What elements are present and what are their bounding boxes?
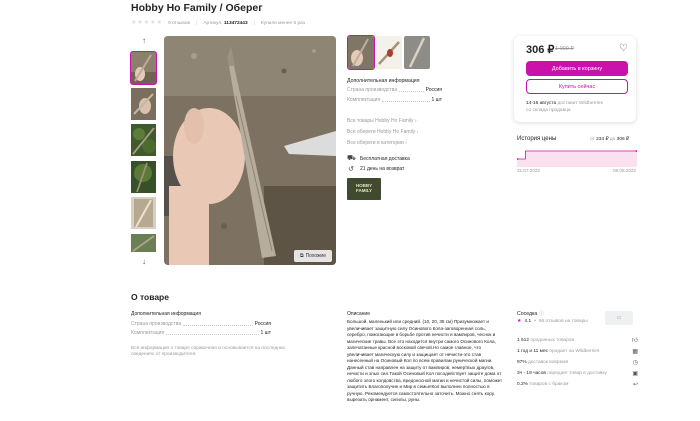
rating-stars[interactable]: ★ ★ ★ ★ ★ [131, 20, 162, 26]
return-icon: ↺ [348, 166, 354, 173]
return-policy: ↺ 21 день на возврат [348, 166, 405, 173]
gallery-thumb[interactable] [131, 197, 156, 229]
star-icon: ★ [150, 20, 156, 26]
about-info-heading: Дополнительная информация [131, 311, 201, 317]
thumbs-up-icon: 👍︎ [631, 338, 638, 344]
delivery-source: со склада продавца [526, 108, 571, 113]
delivery-truck-icon: ⛟ [347, 155, 356, 162]
seller-logo[interactable]: ▭ [605, 311, 633, 325]
star-icon: ★ [517, 318, 522, 324]
current-price: 306 ₽ [526, 44, 555, 56]
star-icon: ★ [156, 20, 162, 26]
param-row: Комплектация 1 шт [131, 330, 271, 336]
seller-stat: 1 год и 11 мес продает на Wildberries ▦ [517, 349, 638, 355]
product-meta: ★ ★ ★ ★ ★ 0 отзывов | Артикул: 113472443… [131, 19, 305, 27]
brand-logo[interactable]: HOBBY FAMILY [347, 178, 381, 200]
seller-stat: 3ч - 19 часов передает товар в доставку … [517, 371, 638, 377]
seller-stat: 0.2% товаров с браком ↩ [517, 382, 638, 388]
disclaimer: Вся информация о товаре справочная и осн… [131, 346, 285, 358]
clock-icon: ◷ [632, 360, 638, 366]
article-number[interactable]: 113472443 [224, 21, 248, 26]
main-product-image[interactable] [164, 36, 336, 265]
seller-stat: 97% доставок вовремя ◷ [517, 360, 638, 366]
arrow-down-icon[interactable]: ↓ [139, 258, 149, 266]
chart-date-end: 09.08.2022 [613, 168, 636, 173]
similar-icon: ⧉ [300, 253, 304, 259]
gallery-thumb[interactable] [130, 51, 157, 85]
price-history-chart[interactable] [517, 147, 637, 167]
article-label: Артикул: 113472443 [203, 20, 248, 26]
gallery-thumb[interactable] [131, 88, 156, 120]
gallery-thumb[interactable] [131, 234, 156, 252]
delivery-date: 14-16 августа доставит Wildberries [526, 101, 603, 106]
chart-date-start: 31.07.2022 [517, 168, 540, 173]
star-icon: ★ [143, 20, 150, 26]
arrow-up-icon[interactable]: ↑ [139, 37, 149, 45]
info-icon: ⓘ [538, 311, 544, 317]
variant-thumb[interactable] [404, 36, 430, 69]
param-row: Страна производства Россия [131, 321, 271, 327]
buy-now-button[interactable]: Купить сейчас [526, 79, 628, 94]
param-row: Комплектация 1 шт [347, 97, 442, 103]
add-to-cart-button[interactable]: Добавить в корзину [526, 61, 628, 76]
seller-rating: ★ 4.1 • 96 отзывов на товары [517, 318, 588, 324]
free-delivery: ⛟ Бесплатная доставка [347, 155, 410, 162]
info-heading: Дополнительная информация [347, 78, 420, 84]
bought-count: Купили менее 5 раз [260, 20, 305, 26]
star-icon: ★ [131, 20, 137, 26]
heart-icon[interactable]: ♡ [619, 43, 628, 54]
divider: | [196, 20, 198, 26]
divider: | [253, 20, 255, 26]
gallery-thumb[interactable] [131, 124, 156, 156]
brand-products-link[interactable]: Все товары Hobby Ho Family › [347, 118, 417, 124]
variant-thumb[interactable] [347, 35, 375, 70]
product-title: Hobby Ho Family / Оберег [131, 2, 263, 14]
about-title: О товаре [131, 292, 169, 302]
gallery-thumb[interactable] [131, 161, 156, 193]
price-history-title: История цены [517, 136, 557, 142]
seller-stat: 1 612 проданных товаров 👍︎ [517, 337, 638, 345]
price-history-range: от 234 ₽ до 306 ₽ [590, 137, 630, 142]
price-area [517, 151, 637, 167]
category-link[interactable]: Все обереги в категории › [347, 140, 407, 146]
description-heading: Описание [347, 311, 371, 317]
param-row: Страна производства Россия [347, 87, 442, 93]
calendar-icon: ▦ [632, 349, 638, 355]
box-icon: ▣ [632, 371, 638, 377]
old-price: 1 000 ₽ [555, 46, 574, 52]
variant-thumb[interactable] [376, 36, 402, 69]
return-arrow-icon: ↩ [632, 382, 638, 388]
seller-name[interactable]: Соседка ⓘ [517, 310, 544, 317]
star-icon: ★ [137, 20, 143, 26]
description-text: Большой, маленький или средний. (10, 20,… [347, 319, 503, 403]
similar-button[interactable]: ⧉ Похожие [294, 250, 332, 262]
brand-amulets-link[interactable]: Все обереги Hobby Ho Family › [347, 129, 418, 135]
reviews-link[interactable]: 0 отзывов [168, 21, 190, 26]
